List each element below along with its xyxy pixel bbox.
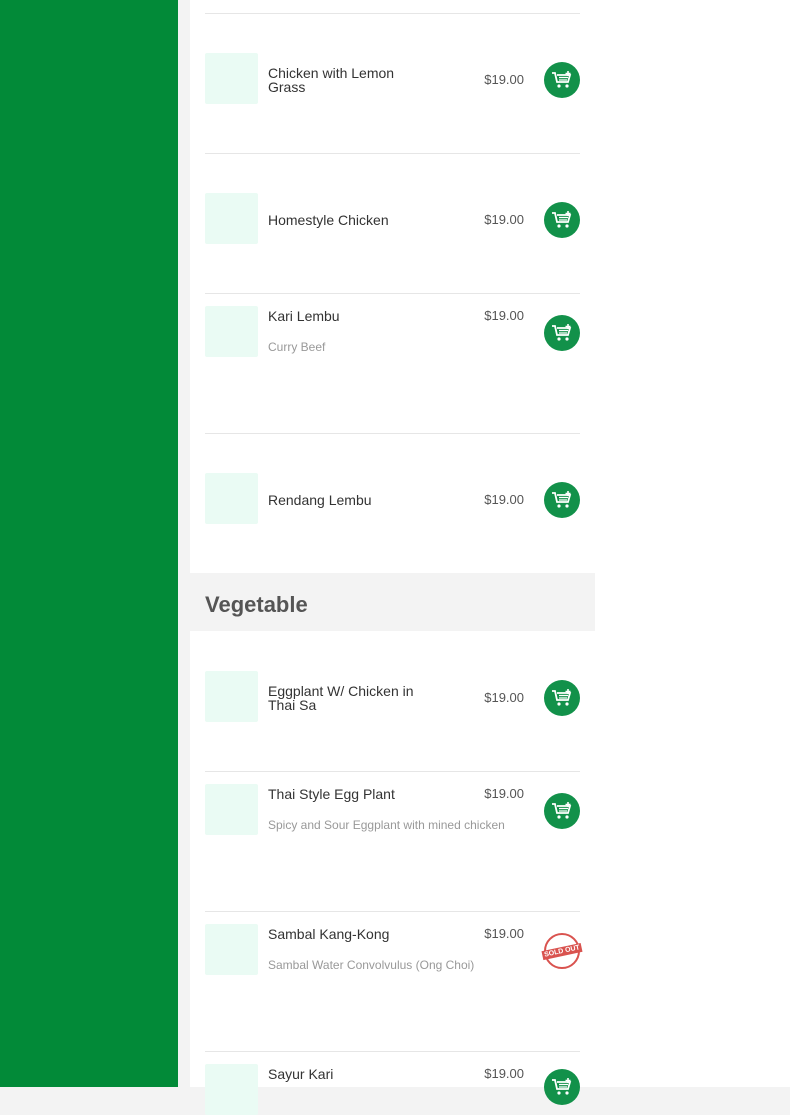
add-to-cart-button[interactable]	[544, 1069, 580, 1105]
item-image[interactable]	[205, 924, 258, 975]
item-description: Sambal Water Convolvulus (Ong Choi)	[268, 958, 475, 972]
item-description: Spicy and Sour Eggplant with mined chick…	[268, 818, 505, 832]
item-image[interactable]	[205, 1064, 258, 1115]
row-divider	[205, 771, 580, 772]
item-image[interactable]	[205, 473, 258, 524]
item-price: $19.00	[484, 926, 524, 941]
item-image[interactable]	[205, 306, 258, 357]
sidebar	[0, 0, 178, 1087]
item-name[interactable]: Eggplant W/ Chicken in Thai Sa	[268, 684, 428, 712]
item-price: $19.00	[484, 492, 524, 507]
item-image[interactable]	[205, 193, 258, 244]
add-to-cart-button[interactable]	[544, 202, 580, 238]
item-image[interactable]	[205, 53, 258, 104]
add-to-cart-icon	[552, 491, 572, 508]
sold-out-label: SOLD OUT	[541, 942, 583, 960]
add-to-cart-icon	[552, 71, 572, 88]
right-panel	[595, 0, 790, 1087]
add-to-cart-button[interactable]	[544, 793, 580, 829]
item-price: $19.00	[484, 1066, 524, 1081]
item-name[interactable]: Sambal Kang-Kong	[268, 927, 488, 941]
add-to-cart-icon	[552, 802, 572, 819]
row-divider	[205, 1051, 580, 1052]
item-name[interactable]: Rendang Lembu	[268, 493, 428, 507]
category-title: Vegetable	[205, 592, 308, 617]
row-divider	[205, 433, 580, 434]
row-divider	[205, 911, 580, 912]
add-to-cart-button[interactable]	[544, 62, 580, 98]
add-to-cart-icon	[552, 211, 572, 228]
add-to-cart-button[interactable]	[544, 482, 580, 518]
page-gutter	[178, 0, 190, 1087]
row-divider	[205, 293, 580, 294]
sold-out-stamp-icon: SOLD OUT	[541, 933, 583, 969]
add-to-cart-button[interactable]	[544, 315, 580, 351]
item-description: Curry Beef	[268, 340, 326, 354]
item-price: $19.00	[484, 72, 524, 87]
item-price: $19.00	[484, 690, 524, 705]
add-to-cart-icon	[552, 1078, 572, 1095]
add-to-cart-button[interactable]	[544, 680, 580, 716]
item-name[interactable]: Chicken with Lemon Grass	[268, 66, 428, 94]
item-name[interactable]: Kari Lembu	[268, 309, 428, 323]
item-name[interactable]: Sayur Kari	[268, 1067, 428, 1081]
add-to-cart-icon	[552, 324, 572, 341]
item-price: $19.00	[484, 212, 524, 227]
row-divider	[205, 13, 580, 14]
add-to-cart-icon	[552, 689, 572, 706]
item-image[interactable]	[205, 671, 258, 722]
item-name[interactable]: Thai Style Egg Plant	[268, 787, 488, 801]
item-image[interactable]	[205, 784, 258, 835]
item-price: $19.00	[484, 308, 524, 323]
item-name[interactable]: Homestyle Chicken	[268, 213, 428, 227]
row-divider	[205, 153, 580, 154]
item-price: $19.00	[484, 786, 524, 801]
